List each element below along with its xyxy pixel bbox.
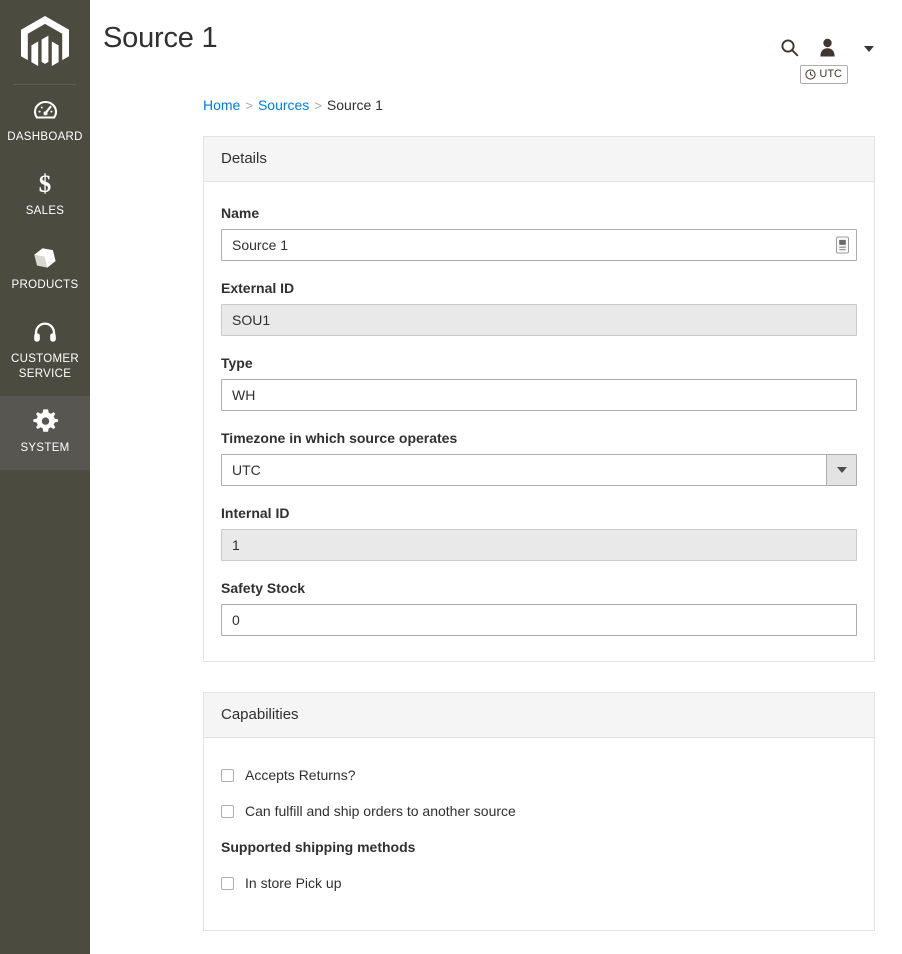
timezone-badge: UTC xyxy=(800,65,848,84)
in-store-pickup-checkbox[interactable] xyxy=(221,876,234,890)
sidebar-item-label-line1: CUSTOMER xyxy=(11,353,79,365)
user-menu-toggle[interactable] xyxy=(858,34,880,64)
sidebar-item-dashboard[interactable]: DASHBOARD xyxy=(0,85,90,159)
in-store-pickup-label[interactable]: In store Pick up xyxy=(245,874,342,892)
can-fulfill-label[interactable]: Can fulfill and ship orders to another s… xyxy=(245,802,516,820)
timezone-badge-label: UTC xyxy=(819,68,842,80)
timezone-select-arrow[interactable] xyxy=(826,455,856,485)
magento-logo-icon xyxy=(21,15,69,66)
details-panel-header[interactable]: Details xyxy=(204,137,874,182)
user-icon xyxy=(819,38,836,60)
timezone-label: Timezone in which source operates xyxy=(221,430,458,446)
accepts-returns-checkbox[interactable] xyxy=(221,768,234,782)
external-id-input xyxy=(221,304,857,336)
sidebar-item-label: PRODUCTS xyxy=(11,279,79,291)
field-safety-stock: Safety Stock xyxy=(221,579,857,636)
capabilities-panel: Capabilities Accepts Returns? Can fulfil… xyxy=(203,692,875,931)
name-label: Name xyxy=(221,205,260,221)
field-external-id: External ID xyxy=(221,279,857,336)
internal-id-input xyxy=(221,529,857,561)
page-header: Source 1 UTC xyxy=(90,0,902,95)
magento-logo[interactable] xyxy=(0,0,90,85)
details-panel-title: Details xyxy=(221,150,267,167)
sidebar-item-sales[interactable]: $ SALES xyxy=(0,159,90,233)
capabilities-panel-body: Accepts Returns? Can fulfill and ship or… xyxy=(204,738,874,930)
details-panel-body: Name Source 1 External ID SOU1 Type WH T… xyxy=(204,182,874,661)
dollar-icon: $ xyxy=(4,171,86,197)
type-input[interactable] xyxy=(221,379,857,411)
accepts-returns-label[interactable]: Accepts Returns? xyxy=(245,766,356,784)
checkbox-row-accepts-returns: Accepts Returns? xyxy=(221,766,857,784)
field-type: Type xyxy=(221,354,857,411)
capabilities-panel-header[interactable]: Capabilities xyxy=(204,693,874,738)
safety-stock-label: Safety Stock xyxy=(221,580,306,596)
admin-page: DASHBOARD $ SALES PRODUCTS CUSTOMER SERV… xyxy=(0,0,902,954)
breadcrumb-home[interactable]: Home xyxy=(203,97,240,113)
sidebar-item-system[interactable]: SYSTEM xyxy=(0,396,90,470)
breadcrumb-separator: > xyxy=(314,98,322,113)
svg-text:$: $ xyxy=(39,171,52,197)
clock-icon xyxy=(805,68,816,80)
search-icon xyxy=(780,38,799,60)
breadcrumb-current: Source 1 xyxy=(326,97,383,113)
sidebar-item-label: DASHBOARD xyxy=(7,131,83,143)
page-title: Source 1 xyxy=(103,22,218,54)
checkbox-row-in-store-pickup: In store Pick up xyxy=(221,874,857,892)
internal-id-label: Internal ID xyxy=(221,505,290,521)
breadcrumb: Home > Sources > Source 1 xyxy=(90,95,902,125)
capabilities-panel-title: Capabilities xyxy=(221,706,299,723)
checkbox-row-can-fulfill: Can fulfill and ship orders to another s… xyxy=(221,802,857,820)
field-internal-id: Internal ID xyxy=(221,504,857,561)
can-fulfill-checkbox[interactable] xyxy=(221,804,234,818)
box-icon xyxy=(4,245,86,271)
details-panel: Details Name Source 1 External ID SOU1 T… xyxy=(203,136,875,662)
sidebar-item-label: SALES xyxy=(25,205,65,217)
dashboard-icon xyxy=(4,97,86,123)
headset-icon xyxy=(4,319,86,345)
sidebar-item-products[interactable]: PRODUCTS xyxy=(0,233,90,307)
field-timezone: Timezone in which source operates UTC xyxy=(221,429,857,486)
chevron-down-icon xyxy=(836,467,847,473)
sidebar-item-label-line2: SERVICE xyxy=(18,368,72,380)
gear-icon xyxy=(4,408,86,434)
breadcrumb-sources[interactable]: Sources xyxy=(258,97,309,113)
timezone-select[interactable]: UTC xyxy=(221,454,857,486)
content-area: Details Name Source 1 External ID SOU1 T… xyxy=(90,125,902,931)
breadcrumb-separator: > xyxy=(245,98,253,113)
header-actions xyxy=(770,34,880,64)
search-button[interactable] xyxy=(770,34,808,64)
name-input[interactable] xyxy=(221,229,857,261)
user-account-button[interactable] xyxy=(808,34,846,64)
type-label: Type xyxy=(221,355,253,371)
sidebar-item-label: SYSTEM xyxy=(20,442,70,454)
supported-shipping-methods-heading: Supported shipping methods xyxy=(221,839,416,855)
main-content: Source 1 UTC Home > Sources > Source 1 D… xyxy=(90,0,902,954)
sidebar: DASHBOARD $ SALES PRODUCTS CUSTOMER SERV… xyxy=(0,0,90,954)
external-id-label: External ID xyxy=(221,280,295,296)
field-name: Name xyxy=(221,204,857,261)
chevron-down-icon xyxy=(864,46,874,52)
sidebar-item-customer-service[interactable]: CUSTOMER SERVICE xyxy=(0,307,90,396)
safety-stock-input[interactable] xyxy=(221,604,857,636)
